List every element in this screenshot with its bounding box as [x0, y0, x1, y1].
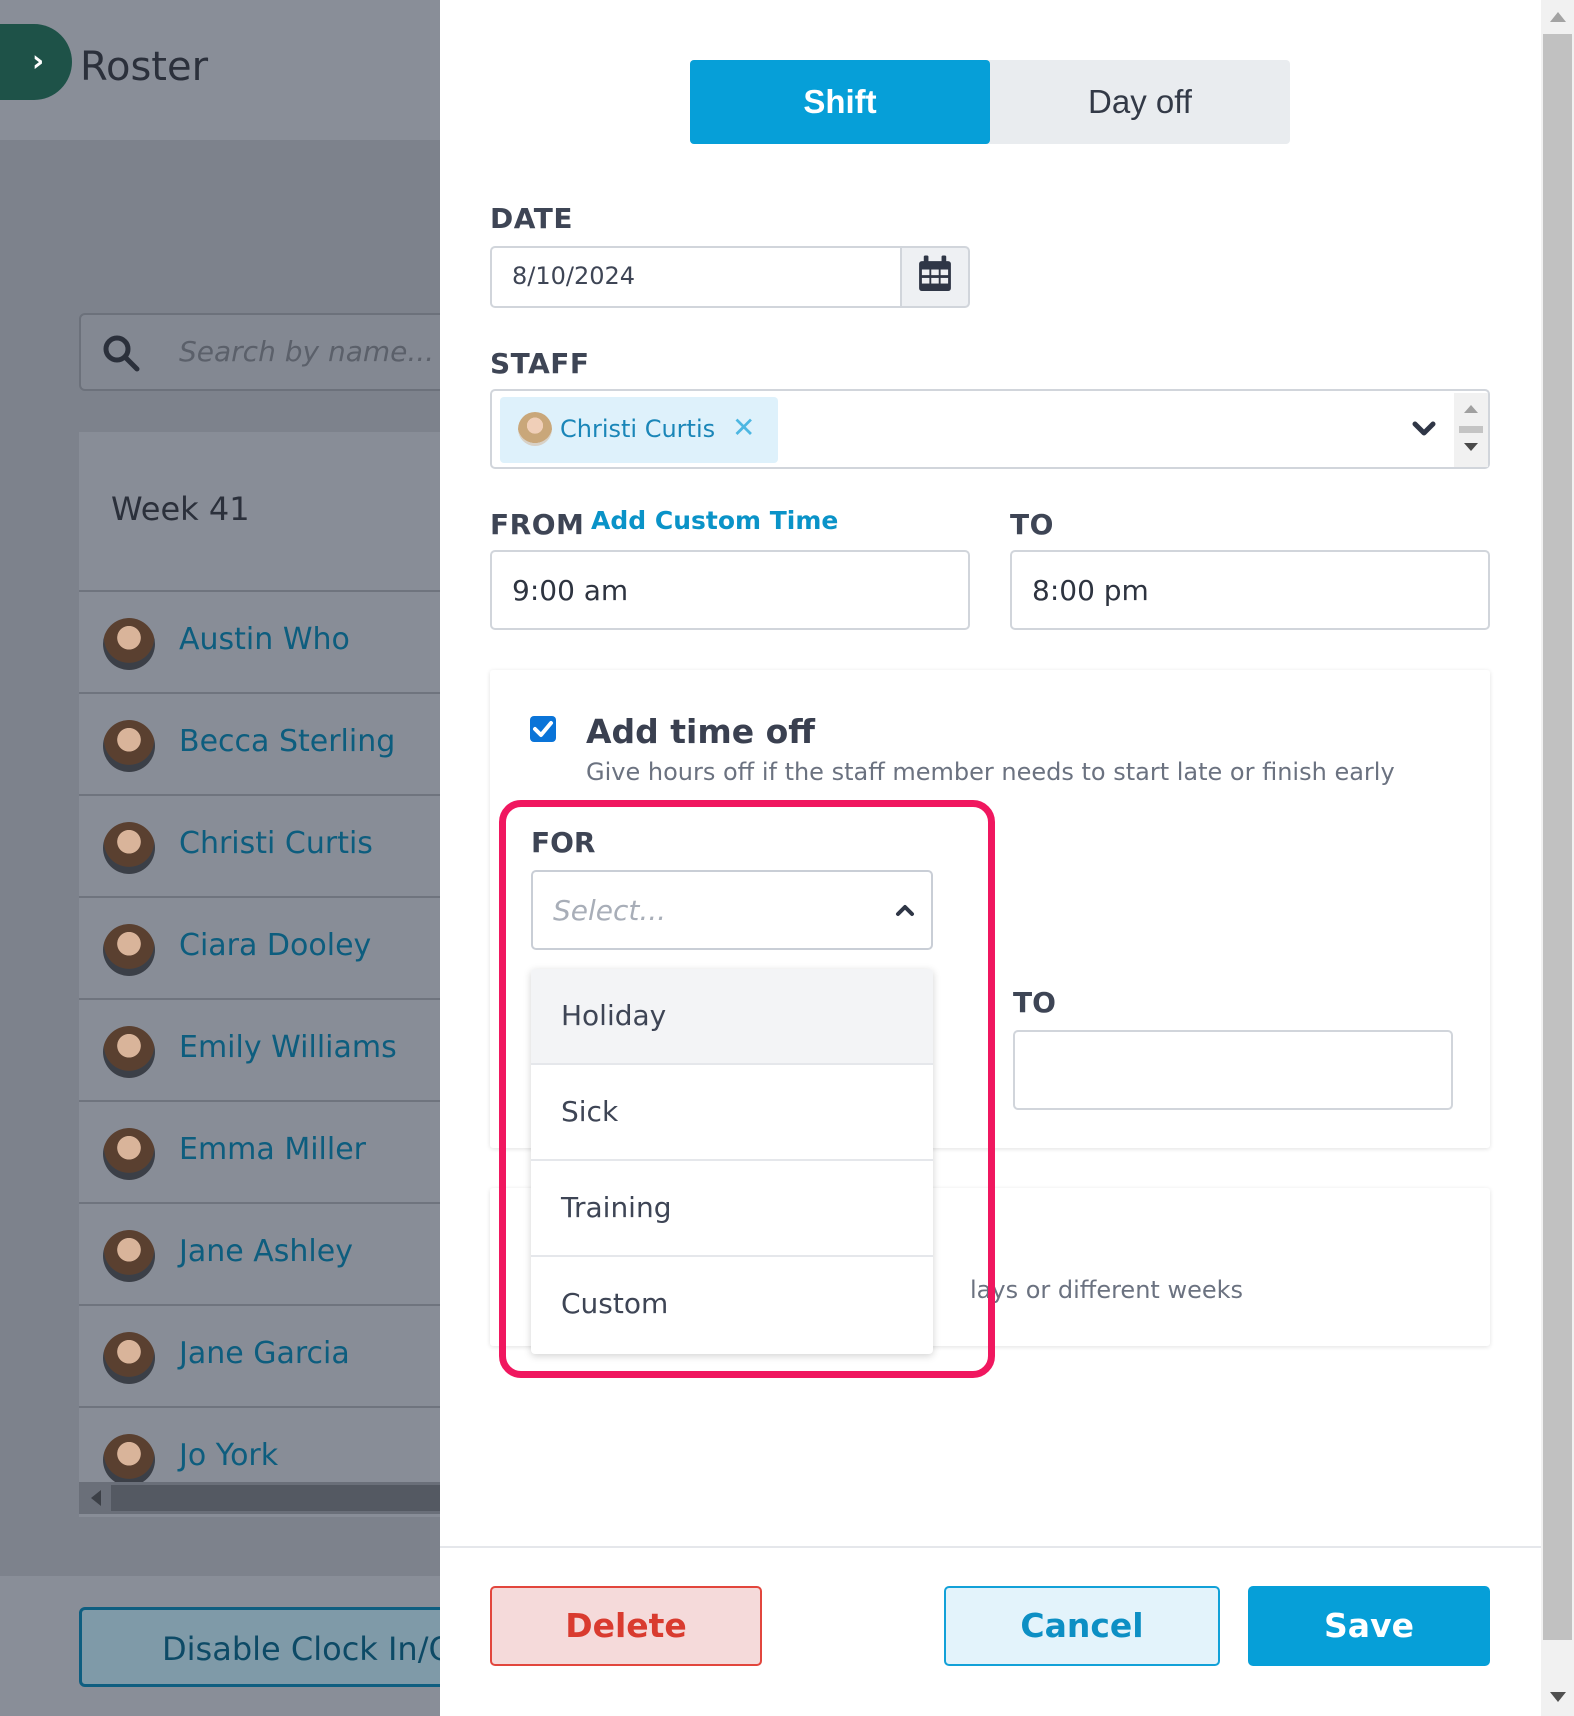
- staff-name: Emma Miller: [179, 1132, 367, 1167]
- staff-name: Christi Curtis: [179, 826, 373, 861]
- disable-clock-button[interactable]: Disable Clock In/Out: [79, 1607, 487, 1687]
- time-off-subtitle: Give hours off if the staff member needs…: [586, 758, 1395, 786]
- search-placeholder: Search by name...: [179, 335, 435, 368]
- date-value: 8/10/2024: [512, 262, 636, 290]
- scroll-down-icon[interactable]: [1550, 1692, 1566, 1702]
- scroll-left-icon[interactable]: [91, 1490, 101, 1506]
- staff-name: Jane Ashley: [179, 1234, 353, 1269]
- chevron-right-icon: ›: [31, 44, 45, 79]
- staff-name: Jo York: [179, 1438, 279, 1473]
- time-off-to-input[interactable]: [1013, 1030, 1453, 1110]
- staff-name: Ciara Dooley: [179, 928, 372, 963]
- from-time-input[interactable]: 9:00 am: [490, 550, 970, 630]
- staff-name: Jane Garcia: [179, 1336, 350, 1371]
- search-icon: [103, 335, 140, 372]
- calendar-icon: [919, 255, 951, 292]
- to-time-input[interactable]: 8:00 pm: [1010, 550, 1490, 630]
- from-label: FROM: [490, 508, 585, 541]
- vertical-scrollbar[interactable]: [1541, 0, 1574, 1716]
- staff-row[interactable]: Christi Curtis: [79, 794, 459, 896]
- staff-select[interactable]: Christi Curtis ✕: [490, 389, 1490, 469]
- scrollbar-thumb[interactable]: [111, 1485, 461, 1511]
- spinner[interactable]: [1454, 393, 1488, 467]
- tab-shift[interactable]: Shift: [690, 60, 990, 144]
- save-button[interactable]: Save: [1248, 1586, 1490, 1666]
- avatar: [103, 1128, 155, 1180]
- tab-day-off[interactable]: Day off: [990, 60, 1290, 144]
- shift-type-toggle: Shift Day off: [690, 60, 1290, 144]
- scrollbar-thumb[interactable]: [1543, 34, 1572, 1640]
- staff-list-panel: Week 41 Austin Who Becca Sterling Christ…: [79, 432, 459, 1517]
- avatar: [103, 618, 155, 670]
- avatar: [103, 1434, 155, 1486]
- annotation-highlight-box: [499, 800, 995, 1378]
- staff-row[interactable]: Emma Miller: [79, 1100, 459, 1202]
- staff-row[interactable]: Becca Sterling: [79, 692, 459, 794]
- add-custom-time-link[interactable]: Add Custom Time: [591, 506, 838, 535]
- checkmark-icon: [533, 721, 553, 737]
- staff-row[interactable]: Jane Ashley: [79, 1202, 459, 1304]
- avatar: [103, 720, 155, 772]
- remove-icon[interactable]: ✕: [732, 411, 755, 444]
- to-time-value: 8:00 pm: [1032, 574, 1149, 607]
- avatar: [103, 822, 155, 874]
- footer-divider: [440, 1546, 1541, 1548]
- selected-staff-chip: Christi Curtis ✕: [500, 397, 778, 463]
- from-time-value: 9:00 am: [512, 574, 629, 607]
- repeat-description: lays or different weeks: [970, 1276, 1244, 1304]
- staff-name: Emily Williams: [179, 1030, 397, 1065]
- to-label: TO: [1010, 508, 1054, 541]
- week-label: Week 41: [111, 490, 250, 528]
- chevron-down-icon[interactable]: [1408, 413, 1440, 445]
- staff-name: Becca Sterling: [179, 724, 396, 759]
- selected-staff-name: Christi Curtis: [560, 415, 716, 443]
- staff-name: Austin Who: [179, 622, 350, 657]
- cancel-button[interactable]: Cancel: [944, 1586, 1220, 1666]
- disable-clock-label: Disable Clock In/Out: [162, 1630, 487, 1668]
- date-label: DATE: [490, 202, 573, 235]
- scroll-up-icon[interactable]: [1550, 12, 1566, 22]
- staff-row[interactable]: Jane Garcia: [79, 1304, 459, 1406]
- staff-row[interactable]: Ciara Dooley: [79, 896, 459, 998]
- page-title: Roster: [80, 44, 209, 90]
- staff-row[interactable]: Austin Who: [79, 590, 459, 692]
- avatar: [518, 412, 552, 446]
- delete-button[interactable]: Delete: [490, 1586, 762, 1666]
- time-off-to-label: TO: [1013, 986, 1056, 1019]
- avatar: [103, 1230, 155, 1282]
- staff-search-input[interactable]: Search by name...: [79, 313, 479, 391]
- add-time-off-checkbox[interactable]: [530, 716, 556, 742]
- avatar: [103, 1026, 155, 1078]
- avatar: [103, 924, 155, 976]
- staff-row[interactable]: Emily Williams: [79, 998, 459, 1100]
- spinner-arrows-icon: [1459, 405, 1483, 451]
- date-field[interactable]: 8/10/2024: [490, 246, 902, 308]
- avatar: [103, 1332, 155, 1384]
- calendar-button[interactable]: [900, 246, 970, 308]
- staff-label: STAFF: [490, 347, 590, 380]
- shift-modal: Shift Day off DATE 8/10/2024 STAFF Chris…: [440, 0, 1541, 1716]
- time-off-title: Add time off: [586, 712, 816, 751]
- horizontal-scrollbar[interactable]: [79, 1482, 461, 1514]
